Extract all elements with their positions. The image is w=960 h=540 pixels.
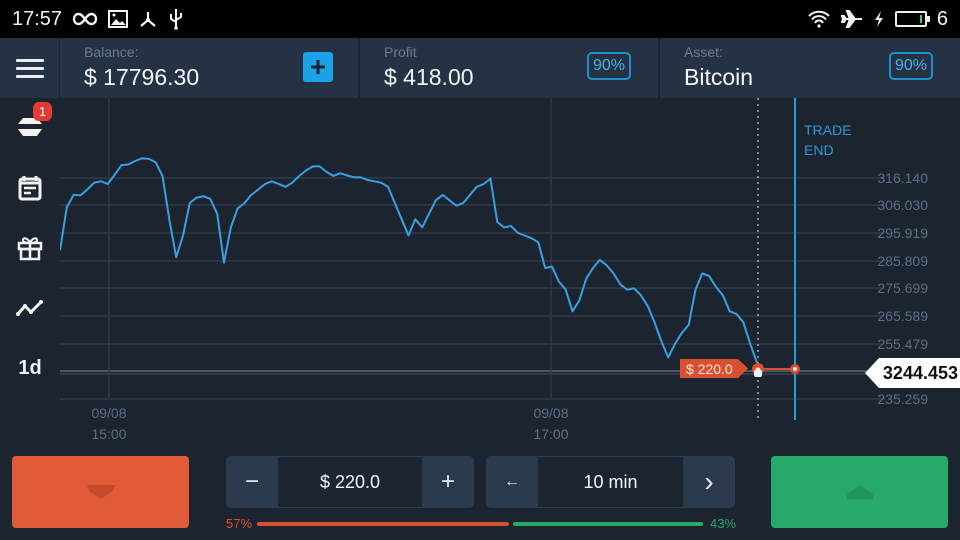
chart-line-icon [16, 300, 43, 316]
menu-button[interactable] [0, 38, 60, 98]
x-tick-date: 09/08 [533, 405, 568, 421]
clock: 17:57 [12, 7, 63, 30]
image-icon [108, 8, 129, 30]
sentiment-up-percent: 43% [709, 516, 736, 531]
sidebar-item-calendar[interactable] [0, 168, 60, 208]
balance-panel[interactable]: Balance: $ 17796.30 [60, 38, 360, 98]
amount-increase-button[interactable]: + [422, 456, 474, 508]
y-tick-label: 316.140 [877, 170, 928, 186]
trades-badge: 1 [33, 102, 52, 121]
asset-percent-badge: 90% [889, 52, 933, 80]
hamburger-line [15, 74, 44, 78]
charging-bolt-icon [873, 8, 885, 30]
x-tick-time: 17:00 [533, 426, 568, 442]
chart-canvas[interactable]: 316.140 306.030 295.919 285.809 275.699 265.5… [60, 98, 960, 448]
asset-label: Asset: [684, 44, 723, 60]
price-chart[interactable]: 316.140 306.030 295.919 285.809 275.699 265.5… [60, 98, 960, 448]
top-bar: Balance: $ 17796.30 Profit $ 418.00 90% … [0, 38, 960, 98]
arrow-down-icon [86, 485, 115, 499]
y-tick-label: 295.919 [877, 225, 928, 241]
y-tick-label: 306.030 [877, 197, 928, 213]
trade-end-label: END [804, 142, 834, 158]
deposit-button[interactable] [303, 52, 333, 82]
y-tick-label: 235.259 [877, 391, 928, 407]
timeframe-label: 1d [18, 356, 42, 379]
sidebar-item-gifts[interactable] [0, 228, 60, 268]
x-tick-time: 15:00 [91, 426, 126, 442]
arrow-up-icon [845, 485, 874, 499]
profit-label: Profit [384, 44, 417, 60]
sentiment-up-bar [513, 522, 703, 526]
trade-end-dot [793, 367, 797, 371]
hamburger-line [15, 58, 44, 62]
share-node-icon [138, 8, 158, 30]
amount-decrease-button[interactable]: − [226, 456, 278, 508]
time-prev-button[interactable]: ← [486, 456, 538, 508]
put-down-button[interactable] [12, 456, 189, 528]
amount-stepper: − $ 220.0 + [226, 456, 474, 508]
trader-sentiment: 57% 43% [226, 516, 736, 532]
battery-level: 6 [936, 7, 948, 30]
asset-value: Bitcoin [684, 64, 754, 90]
time-next-button[interactable]: › [683, 456, 735, 508]
usb-icon [168, 8, 184, 30]
trade-end-label: TRADE [804, 122, 851, 138]
trade-controls: − $ 220.0 + ← 10 min › 57% 43% [0, 448, 960, 540]
battery-icon [894, 11, 930, 27]
x-tick-date: 09/08 [91, 405, 126, 421]
timeframe-button[interactable]: 1d [0, 348, 60, 388]
infinity-icon [72, 8, 98, 30]
gift-icon [17, 237, 43, 261]
hamburger-line [15, 66, 44, 70]
airplane-icon [840, 8, 863, 30]
time-value[interactable]: 10 min [538, 457, 683, 507]
asset-selector[interactable]: Asset: Bitcoin 90% [660, 38, 960, 98]
sentiment-down-percent: 57% [226, 516, 253, 531]
profit-percent-badge: 90% [587, 52, 631, 80]
y-tick-label: 275.699 [877, 280, 928, 296]
sidebar: 1 1d [0, 98, 60, 448]
sidebar-item-chart-type[interactable] [0, 288, 60, 328]
call-up-button[interactable] [771, 456, 948, 528]
profit-value: $ 418.00 [384, 64, 474, 90]
sentiment-down-bar [257, 522, 509, 526]
calendar-icon [18, 176, 42, 201]
wifi-icon [807, 8, 831, 30]
bet-amount-tag: $ 220.0 [680, 359, 748, 378]
status-bar: 17:57 6 [0, 0, 960, 38]
plus-icon [311, 60, 325, 74]
y-tick-label: 265.589 [877, 308, 928, 324]
amount-value[interactable]: $ 220.0 [278, 457, 422, 507]
y-tick-label: 285.809 [877, 253, 928, 269]
time-stepper: ← 10 min › [486, 456, 735, 508]
profit-panel: Profit $ 418.00 90% [360, 38, 660, 98]
sidebar-item-trades[interactable]: 1 [0, 102, 60, 147]
current-price-tag: 3244.453 [865, 358, 960, 388]
balance-label: Balance: [84, 44, 139, 60]
current-point-marker [754, 370, 762, 377]
balance-value: $ 17796.30 [84, 64, 200, 90]
y-tick-label: 255.479 [877, 336, 928, 352]
